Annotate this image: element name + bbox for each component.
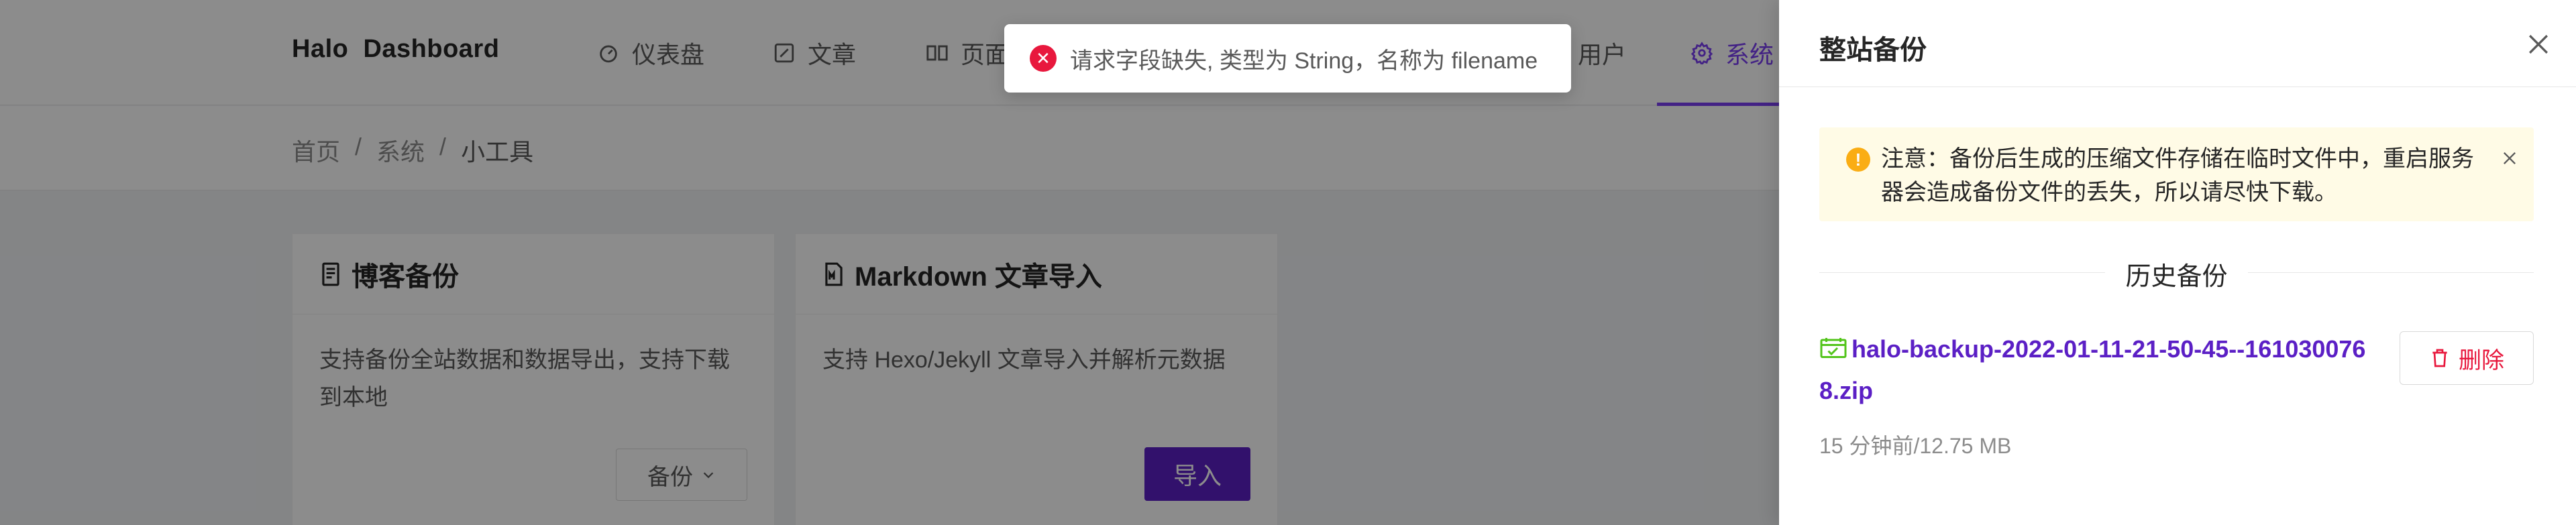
history-section-title: 历史备份: [1819, 255, 2534, 292]
error-toast: ✕ 请求字段缺失, 类型为 String，名称为 filename: [1004, 24, 1571, 93]
delete-backup-button[interactable]: 删除: [2400, 331, 2534, 385]
drawer-header: 整站备份: [1779, 0, 2576, 87]
alert-close-icon[interactable]: [2500, 149, 2519, 168]
toast-message: 请求字段缺失, 类型为 String，名称为 filename: [1070, 48, 1538, 74]
delete-label: 删除: [2459, 347, 2504, 373]
error-icon: ✕: [1030, 45, 1057, 72]
warning-icon: !: [1846, 148, 1870, 172]
drawer-title: 整站备份: [1819, 36, 1927, 65]
warning-alert: ! 注意：备份后生成的压缩文件存储在临时文件中，重启服务器会造成备份文件的丢失，…: [1819, 127, 2534, 221]
site-backup-drawer: 整站备份 ! 注意：备份后生成的压缩文件存储在临时文件中，重启服务器会造成备份文…: [1779, 0, 2576, 525]
history-divider: 历史备份: [1819, 252, 2534, 292]
calendar-check-icon: [1820, 338, 1847, 358]
backup-meta: 15 分钟前/12.75 MB: [1819, 434, 2012, 458]
close-icon[interactable]: [2524, 30, 2553, 59]
alert-message: 注意：备份后生成的压缩文件存储在临时文件中，重启服务器会造成备份文件的丢失，所以…: [1881, 146, 2474, 205]
trash-icon: [2432, 349, 2447, 367]
backup-download-link[interactable]: halo-backup-2022-01-11-21-50-45--1610300…: [1819, 329, 2369, 412]
backup-filename: halo-backup-2022-01-11-21-50-45--1610300…: [1819, 335, 2366, 404]
